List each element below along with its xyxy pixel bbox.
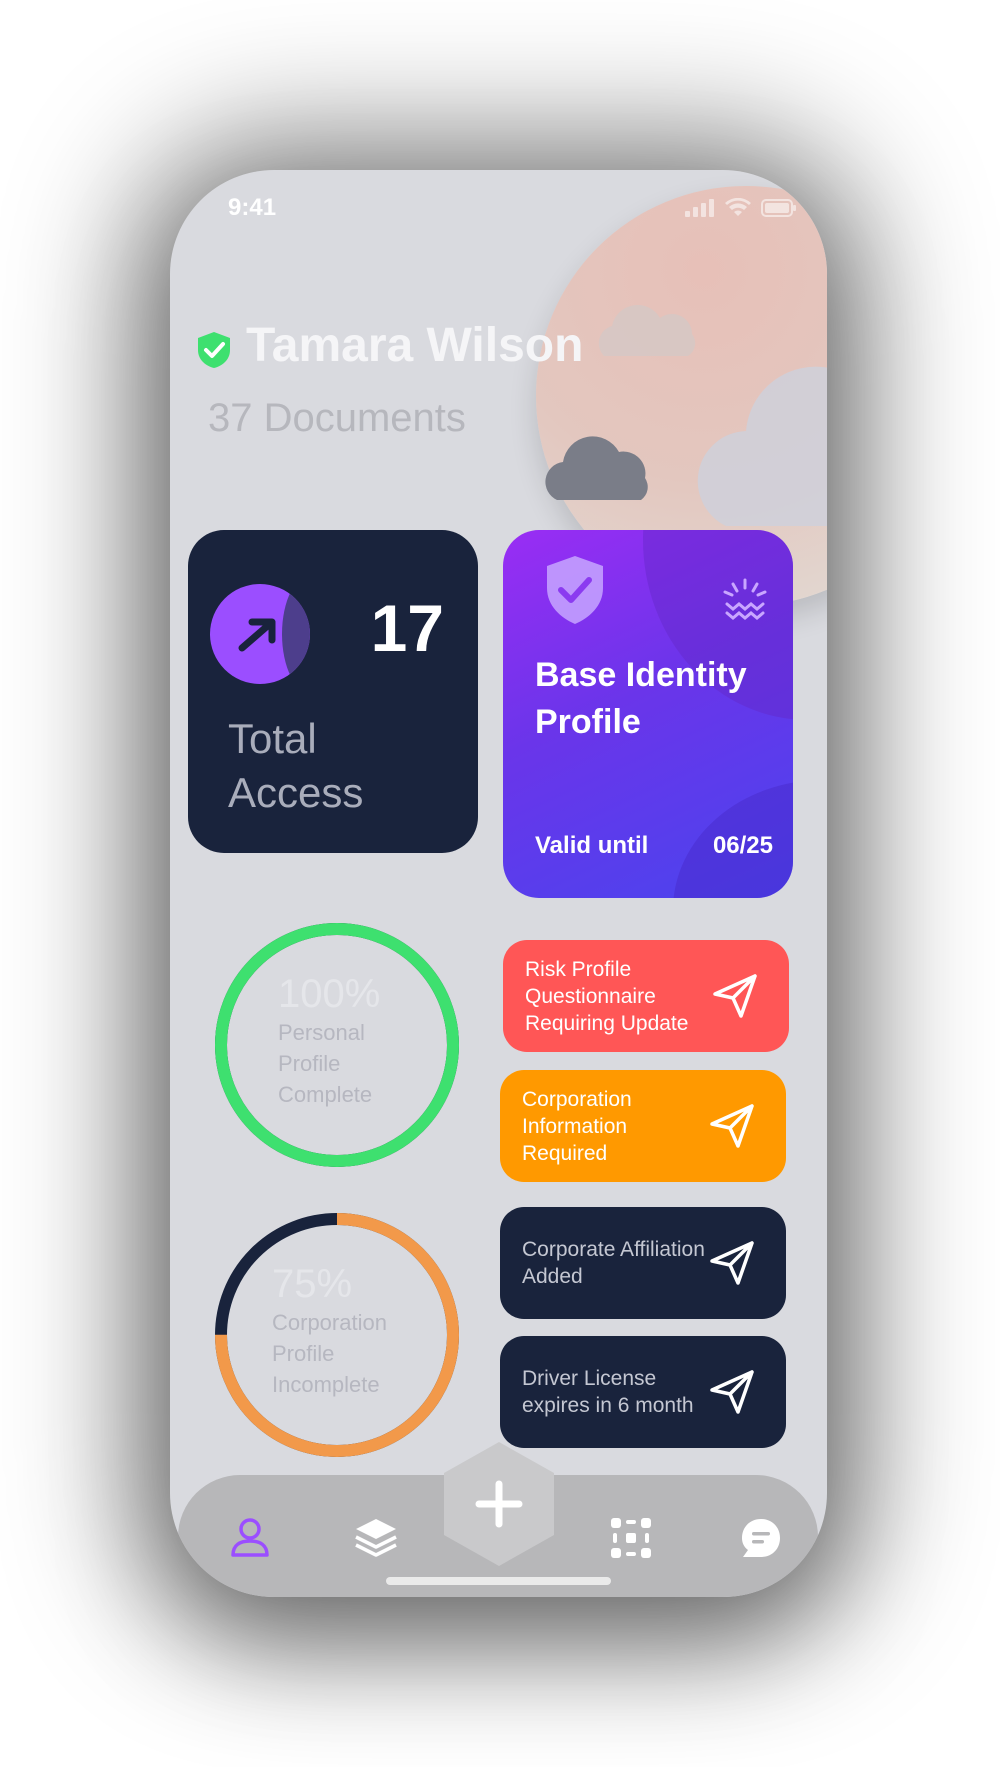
alert-text: Corporate Affiliation Added xyxy=(522,1238,705,1288)
shield-check-icon xyxy=(547,556,603,624)
ring-percent: 100% xyxy=(278,972,381,1016)
profile-icon[interactable] xyxy=(230,1517,270,1559)
sparkle-wave-icon xyxy=(723,578,767,620)
status-icons xyxy=(685,198,797,218)
layers-icon[interactable] xyxy=(354,1517,398,1559)
ring-text: 75% Corporation Profile Incomplete xyxy=(272,1262,412,1400)
documents-count[interactable]: 37 Documents xyxy=(208,396,466,441)
ring-label: Personal Profile Complete xyxy=(278,1020,373,1107)
identity-profile-card[interactable]: Base Identity Profile Valid until 06/25 xyxy=(503,530,793,898)
add-button[interactable] xyxy=(440,1440,558,1568)
valid-until-label: Valid until xyxy=(535,832,649,859)
alert-corporation-info[interactable]: Corporation Information Required xyxy=(500,1070,786,1182)
verified-shield-icon xyxy=(198,332,230,368)
alert-text: Corporation Information Required xyxy=(522,1087,632,1165)
chat-icon[interactable] xyxy=(740,1517,782,1559)
battery-icon xyxy=(761,199,796,217)
status-time: 9:41 xyxy=(228,194,277,221)
home-indicator xyxy=(386,1577,611,1585)
identity-title: Base Identity Profile xyxy=(535,656,747,741)
arrow-up-right-icon xyxy=(238,618,276,652)
signal-icon xyxy=(685,199,714,217)
ring-text: 100% Personal Profile Complete xyxy=(278,972,398,1110)
send-icon[interactable] xyxy=(708,1368,756,1416)
personal-profile-progress[interactable]: 100% Personal Profile Complete xyxy=(212,920,462,1170)
alert-text: Risk Profile Questionnaire Requiring Upd… xyxy=(525,957,689,1035)
total-access-card[interactable]: 17 Total Access xyxy=(188,530,478,853)
valid-until-date: 06/25 xyxy=(712,832,773,859)
ring-label: Corporation Profile Incomplete xyxy=(272,1310,387,1397)
corporation-profile-progress[interactable]: 75% Corporation Profile Incomplete xyxy=(212,1210,462,1460)
alert-risk-profile[interactable]: Risk Profile Questionnaire Requiring Upd… xyxy=(503,940,789,1052)
small-cloud-icon xyxy=(598,305,696,356)
send-icon[interactable] xyxy=(708,1102,756,1150)
wifi-icon xyxy=(725,198,751,216)
access-count: 17 xyxy=(370,591,444,665)
user-name: Tamara Wilson xyxy=(246,319,584,372)
access-badge xyxy=(210,584,310,684)
access-label: Total Access xyxy=(228,715,364,816)
send-icon[interactable] xyxy=(708,1239,756,1287)
ring-percent: 75% xyxy=(272,1262,353,1306)
dark-cloud-icon xyxy=(545,436,648,500)
scan-icon[interactable] xyxy=(610,1517,652,1559)
phone-screen: 9:41 Tamara Wilson 37 Documents 17 Total… xyxy=(170,170,827,1597)
alert-corporate-affiliation[interactable]: Corporate Affiliation Added xyxy=(500,1207,786,1319)
send-icon[interactable] xyxy=(711,972,759,1020)
alert-driver-license[interactable]: Driver License expires in 6 month xyxy=(500,1336,786,1448)
alert-text: Driver License expires in 6 month xyxy=(522,1367,694,1417)
cloud-icon xyxy=(697,366,827,526)
